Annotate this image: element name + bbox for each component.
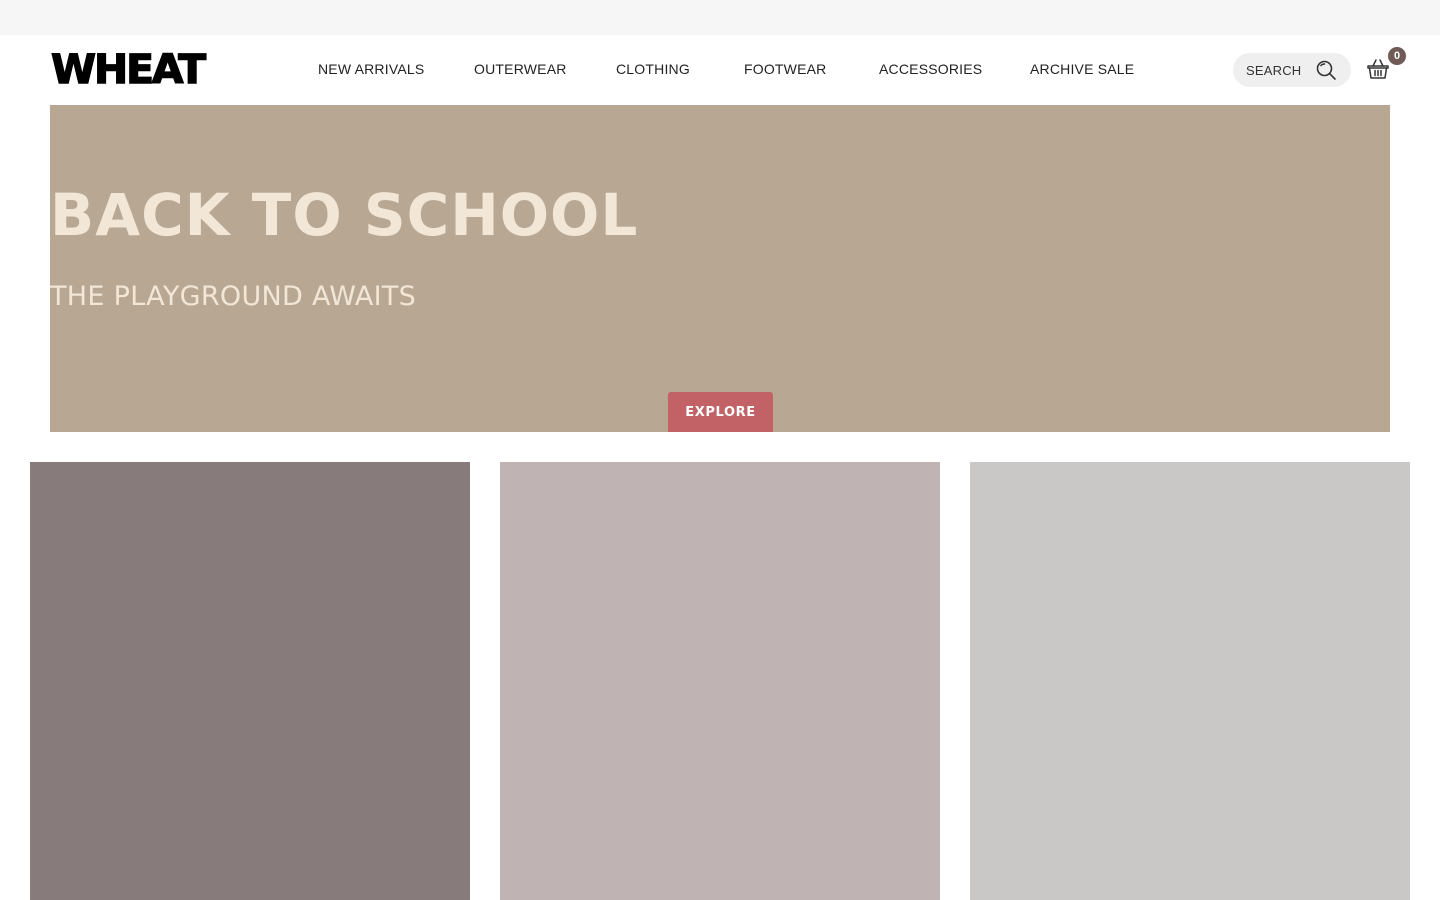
nav-item-archive-sale[interactable]: ARCHIVE SALE — [1030, 61, 1134, 77]
hero-title: BACK TO SCHOOL — [50, 181, 639, 249]
announcement-bar — [0, 0, 1440, 35]
search-label: SEARCH — [1246, 63, 1302, 78]
category-tile-3[interactable] — [970, 462, 1410, 900]
cart-count-badge: 0 — [1388, 47, 1406, 65]
search-button[interactable]: SEARCH — [1233, 53, 1351, 87]
basket-icon[interactable] — [1366, 57, 1390, 81]
nav-item-clothing[interactable]: CLOTHING — [616, 61, 690, 77]
category-tile-2[interactable] — [500, 462, 940, 900]
logo[interactable]: WHEAT — [50, 49, 207, 90]
nav-item-accessories[interactable]: ACCESSORIES — [879, 61, 982, 77]
nav-item-outerwear[interactable]: OUTERWEAR — [474, 61, 567, 77]
category-tile-1[interactable] — [30, 462, 470, 900]
hero-subtitle: THE PLAYGROUND AWAITS — [50, 281, 417, 312]
search-icon — [1316, 60, 1336, 80]
site-header: WHEAT NEW ARRIVALS OUTERWEAR CLOTHING FO… — [0, 35, 1440, 105]
nav-item-new-arrivals[interactable]: NEW ARRIVALS — [318, 61, 424, 77]
nav-item-footwear[interactable]: FOOTWEAR — [744, 61, 826, 77]
hero-banner: BACK TO SCHOOL THE PLAYGROUND AWAITS EXP… — [50, 105, 1390, 432]
explore-button[interactable]: EXPLORE — [668, 392, 773, 432]
